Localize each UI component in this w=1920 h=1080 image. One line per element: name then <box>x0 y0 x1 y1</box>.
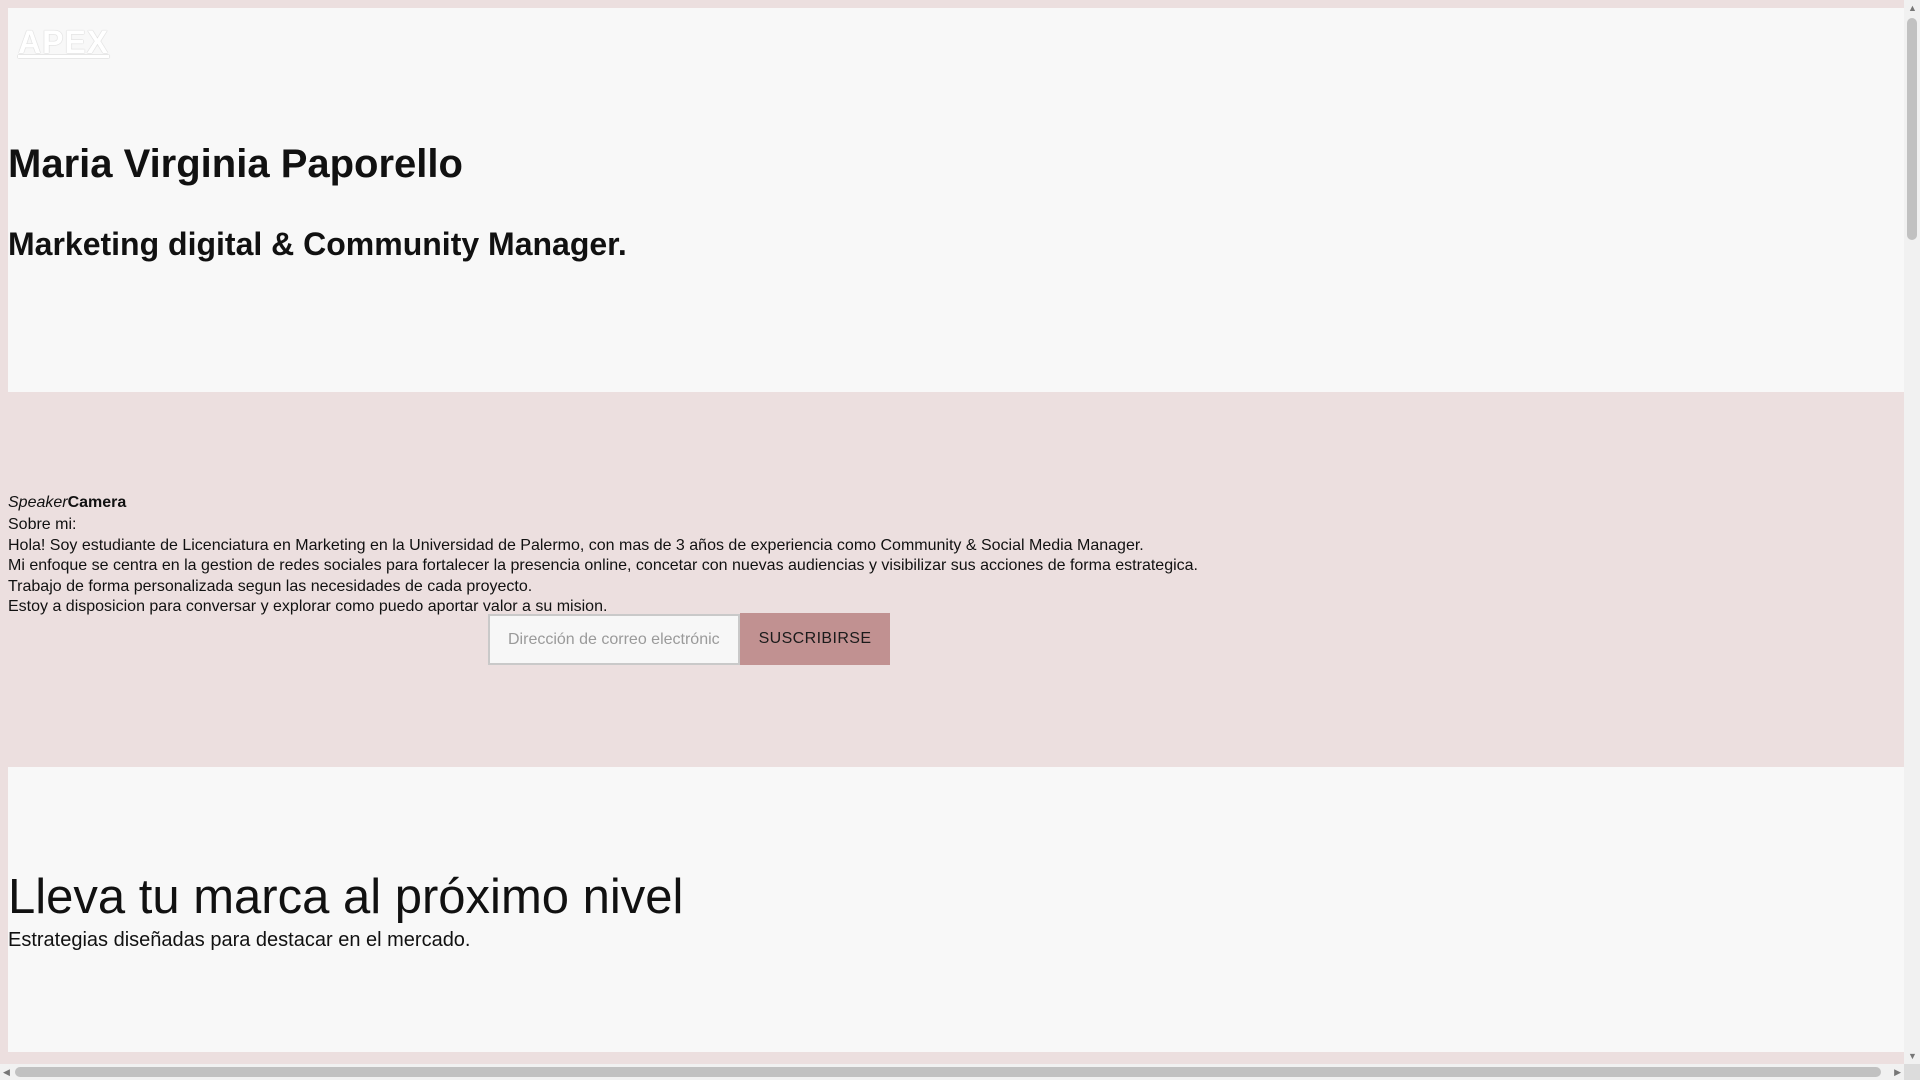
hero-role: Marketing digital & Community Manager. <box>8 226 627 262</box>
about-section: SpeakerCamera Sobre mi: Hola! Soy estudi… <box>8 392 1904 767</box>
about-paragraph: Hola! Soy estudiante de Licenciatura en … <box>8 536 1144 554</box>
about-text: Sobre mi: Hola! Soy estudiante de Licenc… <box>8 515 1198 618</box>
vertical-scroll-thumb[interactable] <box>1907 18 1917 240</box>
vertical-scrollbar[interactable]: ▲ ▼ <box>1904 0 1920 1064</box>
arrow-down-icon[interactable]: ▼ <box>1908 1051 1917 1061</box>
about-heading: Sobre mi: <box>8 516 77 533</box>
page: APEX Maria Virginia Paporello Marketing … <box>8 8 1904 1052</box>
cta-subtitle: Estrategias diseñadas para destacar en e… <box>8 929 471 951</box>
media-placeholders: SpeakerCamera <box>8 494 126 512</box>
site-logo-link[interactable]: APEX <box>18 24 109 61</box>
scrollbar-corner <box>1904 1064 1920 1080</box>
subscribe-form: SUSCRIBIRSE <box>488 613 890 665</box>
cta-section: Lleva tu marca al próximo nivel Estrateg… <box>8 767 1904 1052</box>
arrow-up-icon[interactable]: ▲ <box>1908 3 1917 13</box>
cta-title: Lleva tu marca al próximo nivel <box>8 870 684 924</box>
speaker-media-alt: Speaker <box>8 494 68 511</box>
hero-name: Maria Virginia Paporello <box>8 142 463 186</box>
arrow-left-icon[interactable]: ◀ <box>3 1067 10 1077</box>
horizontal-scroll-thumb[interactable] <box>15 1067 1881 1077</box>
camera-media-alt: Camera <box>67 494 127 511</box>
horizontal-scrollbar[interactable]: ◀ ▶ <box>0 1064 1904 1080</box>
email-input[interactable] <box>488 614 740 665</box>
about-paragraph: Mi enfoque se centra en la gestion de re… <box>8 557 1198 575</box>
hero-section: APEX Maria Virginia Paporello Marketing … <box>8 8 1904 392</box>
about-paragraph: Trabajo de forma personalizada segun las… <box>8 577 533 595</box>
subscribe-button[interactable]: SUSCRIBIRSE <box>740 613 890 665</box>
arrow-right-icon[interactable]: ▶ <box>1894 1067 1901 1077</box>
